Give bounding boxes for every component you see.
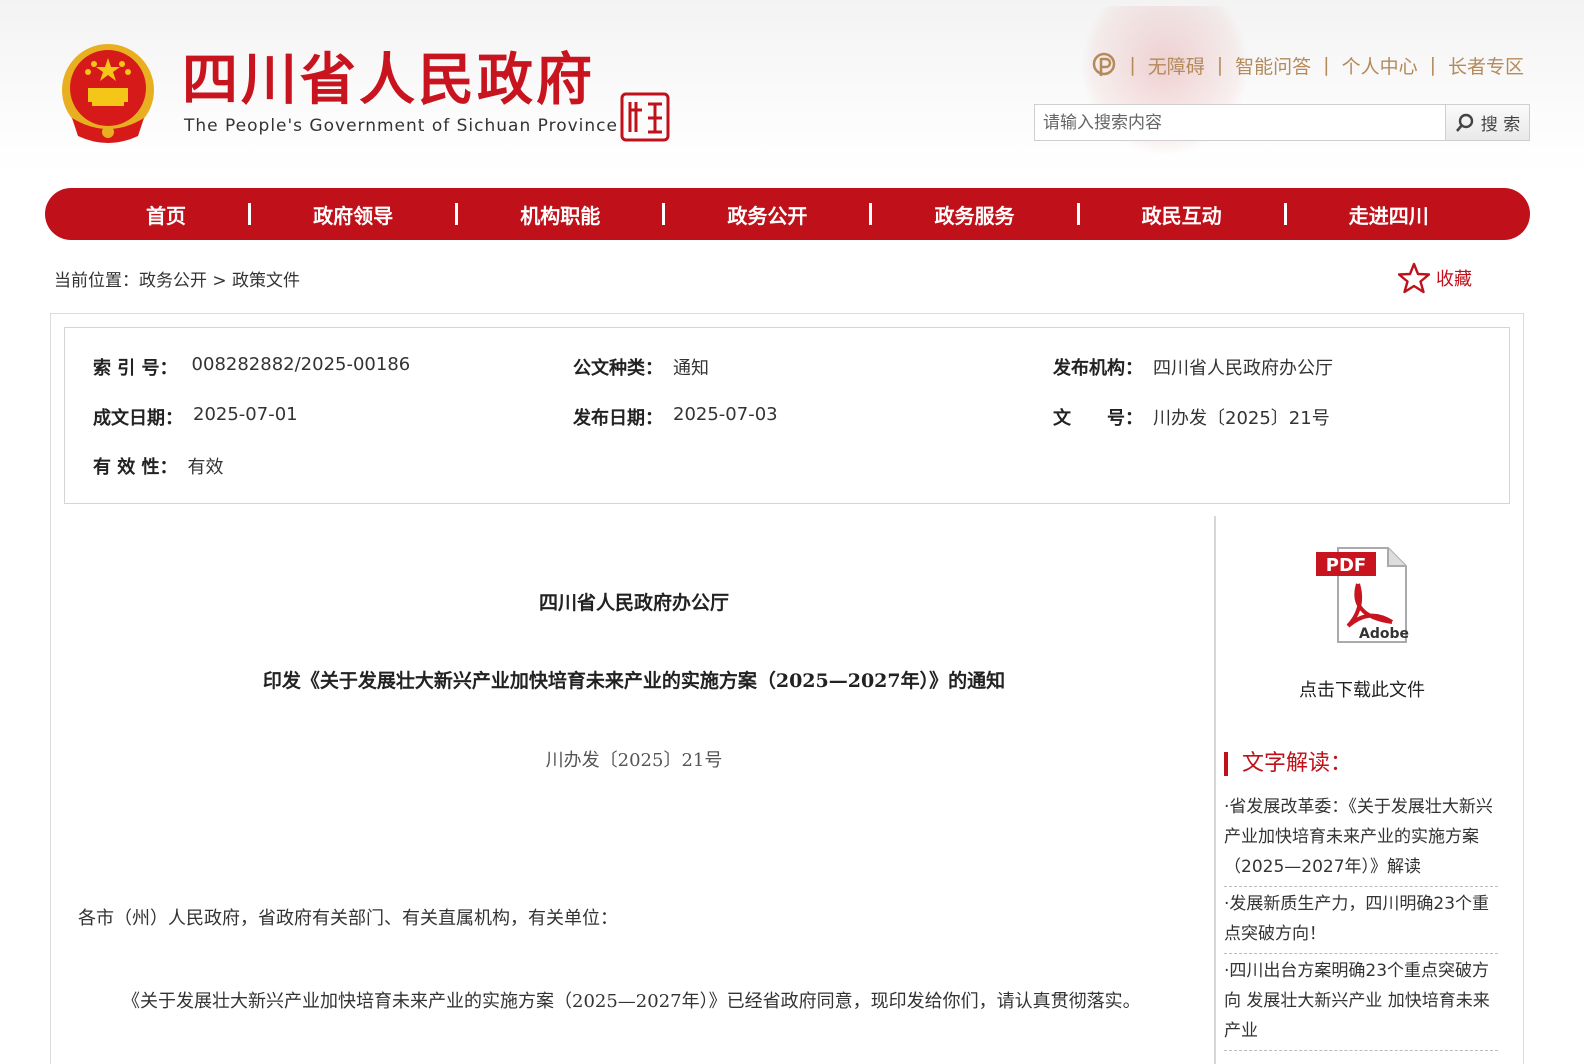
search-button-label: 搜 索	[1480, 115, 1521, 135]
nav-interaction[interactable]: 政民互动	[1142, 200, 1222, 229]
breadcrumb[interactable]: 当前位置：政务公开 > 政策文件	[54, 266, 300, 291]
meta-written-date: 成文日期： 2025-07-01	[93, 404, 298, 430]
elderly-zone-link[interactable]: 长者专区	[1448, 52, 1524, 79]
meta-issuer-value: 四川省人民政府办公厅	[1153, 358, 1333, 379]
nav-institutions[interactable]: 机构职能	[520, 200, 600, 229]
interpretation-item[interactable]: ·四川出台方案明确23个重点突破方向 发展壮大新兴产业 加快培育未来产业	[1224, 954, 1498, 1051]
sidebar-divider	[1214, 516, 1216, 1064]
search-input[interactable]	[1035, 105, 1445, 140]
link-separator: |	[1429, 54, 1436, 76]
site-header: 四川省人民政府 The People's Government of Sichu…	[0, 0, 1584, 175]
meta-written-value: 2025-07-01	[193, 404, 298, 425]
meta-type-value: 通知	[673, 358, 709, 379]
interpretation-heading: 文字解读：	[1224, 752, 1352, 776]
nav-services[interactable]: 政务服务	[935, 200, 1015, 229]
smart-qa-link[interactable]: 智能问答	[1235, 52, 1311, 79]
meta-publish-date: 发布日期： 2025-07-03	[573, 404, 778, 430]
nav-separator	[869, 203, 873, 225]
search-button[interactable]: 搜 索	[1445, 105, 1529, 140]
meta-publish-value: 2025-07-03	[673, 404, 778, 425]
meta-docno-value: 川办发〔2025〕21号	[1153, 408, 1330, 429]
site-title[interactable]: 四川省人民政府	[182, 46, 595, 116]
meta-written-label: 成文日期：	[93, 408, 183, 429]
favorite-label: 收藏	[1436, 269, 1472, 290]
link-separator: |	[1216, 54, 1224, 76]
search-box: 搜 索	[1034, 104, 1530, 141]
document-body: 四川省人民政府办公厅 印发《关于发展壮大新兴产业加快培育未来产业的实施方案（20…	[64, 516, 1214, 1064]
meta-validity-label: 有 效 性：	[93, 457, 178, 478]
star-icon	[1398, 262, 1430, 294]
nav-about-sichuan[interactable]: 走进四川	[1349, 200, 1429, 229]
meta-type: 公文种类： 通知	[573, 354, 709, 380]
nav-separator	[662, 203, 666, 225]
meta-index: 索 引 号： 008282882/2025-00186	[93, 354, 410, 380]
accessibility-icon[interactable]	[1091, 52, 1117, 78]
meta-index-value: 008282882/2025-00186	[191, 354, 411, 375]
document-paragraph: 《关于发展壮大新兴产业加快培育未来产业的实施方案（2025—2027年）》已经省…	[122, 991, 1141, 1012]
meta-issuer-label: 发布机构：	[1053, 358, 1143, 379]
interpretation-list: ·省发展改革委：《关于发展壮大新兴产业加快培育未来产业的实施方案（2025—20…	[1224, 790, 1498, 1051]
document-greeting: 各市（州）人民政府，省政府有关部门、有关直属机构，有关单位：	[78, 908, 618, 929]
download-file-link[interactable]: 点击下载此文件	[1224, 676, 1500, 702]
site-subtitle: The People's Government of Sichuan Provi…	[184, 116, 618, 136]
meta-validity-value: 有效	[187, 457, 224, 478]
svg-text:PDF: PDF	[1326, 555, 1366, 576]
seal-logo-icon	[620, 92, 670, 142]
nav-separator	[455, 203, 459, 225]
meta-index-label: 索 引 号：	[93, 358, 178, 379]
interpretation-item[interactable]: ·省发展改革委：《关于发展壮大新兴产业加快培育未来产业的实施方案（2025—20…	[1224, 790, 1498, 887]
main-nav: 首页 政府领导 机构职能 政务公开 政务服务 政民互动 走进四川	[45, 188, 1530, 240]
nav-separator	[1076, 203, 1080, 225]
meta-docno-label: 文 号：	[1053, 408, 1143, 429]
national-emblem-icon[interactable]	[58, 40, 158, 146]
search-icon	[1455, 113, 1473, 132]
nav-separator	[248, 203, 252, 225]
meta-docno: 文 号： 川办发〔2025〕21号	[1053, 404, 1330, 430]
pdf-file-icon[interactable]: PDF Adobe	[1312, 544, 1412, 644]
nav-government-affairs[interactable]: 政务公开	[727, 200, 807, 229]
link-separator: |	[1323, 54, 1330, 76]
interpretation-item[interactable]: ·发展新质生产力，四川明确23个重点突破方向！	[1224, 887, 1498, 954]
personal-center-link[interactable]: 个人中心	[1342, 52, 1418, 79]
nav-separator	[1283, 203, 1287, 225]
top-links: | 无障碍 | 智能问答 | 个人中心 | 长者专区	[1091, 50, 1524, 80]
svg-text:Adobe: Adobe	[1359, 626, 1409, 642]
meta-validity: 有 效 性： 有效	[93, 453, 224, 479]
document-metadata: 索 引 号： 008282882/2025-00186 公文种类： 通知 发布机…	[64, 327, 1510, 504]
document-org: 四川省人民政府办公厅	[538, 592, 729, 614]
document-title: 印发《关于发展壮大新兴产业加快培育未来产业的实施方案（2025—2027年）》的…	[262, 670, 1006, 692]
nav-government-leaders[interactable]: 政府领导	[313, 200, 393, 229]
meta-type-label: 公文种类：	[573, 358, 663, 379]
favorite-button[interactable]: 收藏	[1398, 262, 1472, 294]
accessibility-link[interactable]: 无障碍	[1148, 52, 1205, 79]
document-number: 川办发〔2025〕21号	[545, 750, 723, 771]
meta-issuer: 发布机构： 四川省人民政府办公厅	[1053, 354, 1333, 380]
nav-home[interactable]: 首页	[146, 200, 186, 229]
link-separator: |	[1129, 54, 1136, 76]
sidebar: PDF Adobe 点击下载此文件 文字解读： ·省发展改革委：《关于发展壮大新…	[1224, 516, 1504, 1064]
meta-publish-label: 发布日期：	[573, 408, 663, 429]
